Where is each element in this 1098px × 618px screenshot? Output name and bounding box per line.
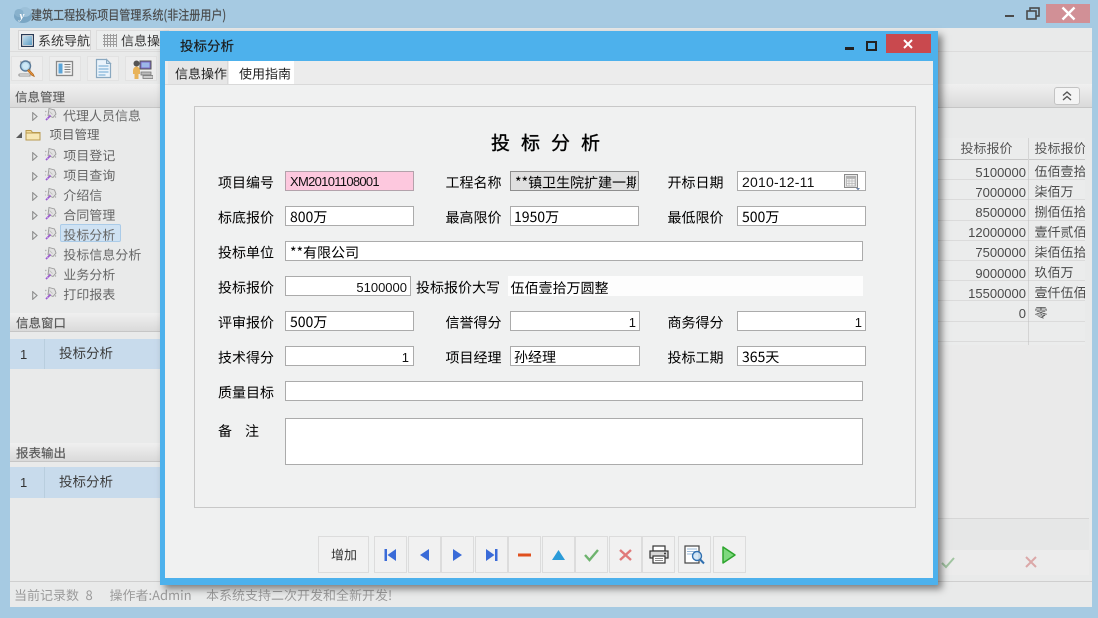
svg-text:y: y xyxy=(18,10,25,22)
